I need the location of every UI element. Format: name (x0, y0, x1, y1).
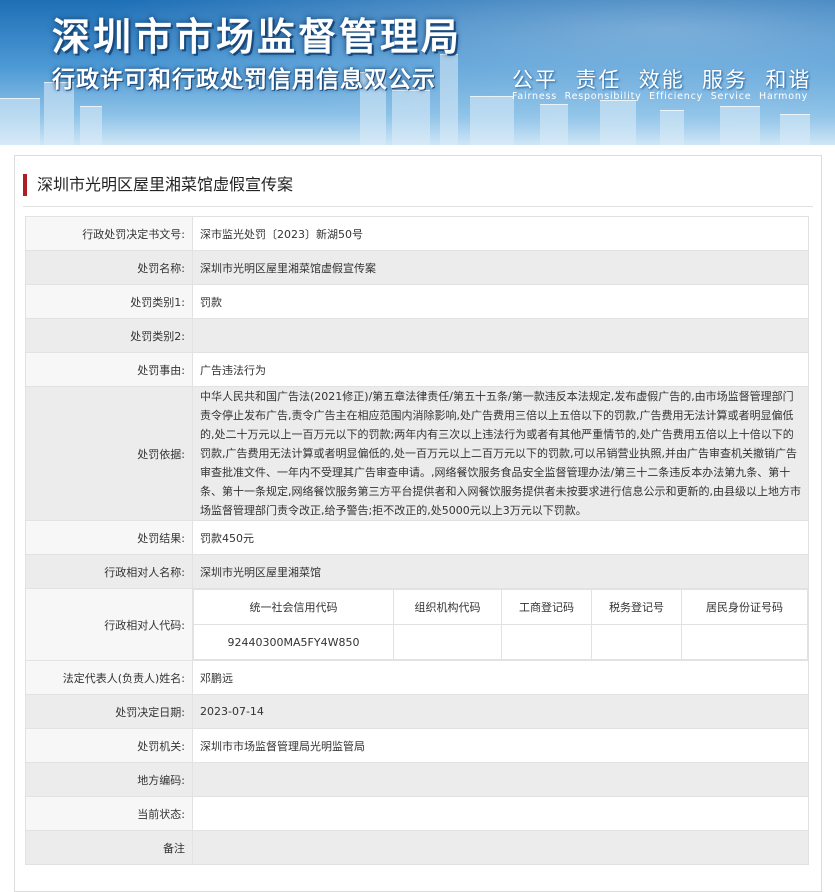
decision-no-value: 深市监光处罚〔2023〕新湖50号 (192, 216, 809, 251)
building-silhouette (720, 106, 760, 145)
party-code-label: 行政相对人代码: (25, 588, 193, 661)
table-row: 法定代表人(负责人)姓名: 邓鹏远 (25, 660, 809, 695)
code-header: 组织机构代码 (393, 589, 502, 625)
code-value-row: 92440300MA5FY4W850 (193, 624, 808, 660)
code-value (393, 624, 502, 660)
result-value: 罚款450元 (192, 520, 809, 555)
table-row: 处罚依据: 中华人民共和国广告法(2021修正)/第五章法律责任/第五十五条/第… (25, 386, 809, 521)
authority-label: 处罚机关: (25, 728, 193, 763)
decision-no-label: 行政处罚决定书文号: (25, 216, 193, 251)
area-code-label: 地方编码: (25, 762, 193, 797)
code-header: 税务登记号 (591, 589, 682, 625)
title-divider (23, 206, 813, 207)
building-silhouette (660, 110, 684, 145)
case-title: 深圳市光明区屋里湘菜馆虚假宣传案 (23, 174, 293, 196)
basis-value: 中华人民共和国广告法(2021修正)/第五章法律责任/第五十五条/第一款违反本法… (192, 386, 809, 521)
category2-label: 处罚类别2: (25, 318, 193, 353)
site-slogan: 公平 责任 效能 服务 和谐 (512, 68, 812, 92)
code-header: 统一社会信用代码 (193, 589, 394, 625)
code-header: 居民身份证号码 (681, 589, 808, 625)
party-name-label: 行政相对人名称: (25, 554, 193, 589)
category1-value: 罚款 (192, 284, 809, 319)
header-banner: 深圳市市场监督管理局 行政许可和行政处罚信用信息双公示 公平 责任 效能 服务 … (0, 0, 835, 145)
code-value (681, 624, 808, 660)
table-row: 备注 (25, 830, 809, 865)
case-detail-panel: 深圳市光明区屋里湘菜馆虚假宣传案 行政处罚决定书文号: 深市监光处罚〔2023〕… (14, 155, 822, 892)
building-silhouette (80, 106, 102, 145)
party-name-value: 深圳市光明区屋里湘菜馆 (192, 554, 809, 589)
building-silhouette (780, 114, 810, 145)
table-row: 处罚决定日期: 2023-07-14 (25, 694, 809, 729)
status-value (192, 796, 809, 831)
legal-rep-label: 法定代表人(负责人)姓名: (25, 660, 193, 695)
building-silhouette (470, 96, 514, 145)
table-row: 处罚名称: 深圳市光明区屋里湘菜馆虚假宣传案 (25, 250, 809, 285)
site-subtitle: 行政许可和行政处罚信用信息双公示 (52, 67, 436, 93)
reason-value: 广告违法行为 (192, 352, 809, 387)
area-code-value (192, 762, 809, 797)
category1-label: 处罚类别1: (25, 284, 193, 319)
table-row: 地方编码: (25, 762, 809, 797)
building-silhouette (440, 54, 458, 145)
table-row: 处罚事由: 广告违法行为 (25, 352, 809, 387)
basis-label: 处罚依据: (25, 386, 193, 521)
result-label: 处罚结果: (25, 520, 193, 555)
case-info-table: 行政处罚决定书文号: 深市监光处罚〔2023〕新湖50号 处罚名称: 深圳市光明… (25, 216, 809, 865)
authority-value: 深圳市市场监督管理局光明监管局 (192, 728, 809, 763)
party-code-table: 统一社会信用代码 组织机构代码 工商登记码 税务登记号 居民身份证号码 9244… (193, 589, 808, 660)
building-silhouette (0, 98, 40, 145)
status-label: 当前状态: (25, 796, 193, 831)
table-row: 处罚机关: 深圳市市场监督管理局光明监管局 (25, 728, 809, 763)
table-row: 处罚类别1: 罚款 (25, 284, 809, 319)
building-silhouette (600, 100, 636, 145)
party-code-cell: 统一社会信用代码 组织机构代码 工商登记码 税务登记号 居民身份证号码 9244… (192, 588, 809, 661)
code-value (501, 624, 592, 660)
code-value (591, 624, 682, 660)
code-value: 92440300MA5FY4W850 (193, 624, 394, 660)
building-silhouette (392, 90, 430, 145)
decision-date-label: 处罚决定日期: (25, 694, 193, 729)
case-name-label: 处罚名称: (25, 250, 193, 285)
reason-label: 处罚事由: (25, 352, 193, 387)
table-row: 行政相对人名称: 深圳市光明区屋里湘菜馆 (25, 554, 809, 589)
category2-value (192, 318, 809, 353)
case-name-value: 深圳市光明区屋里湘菜馆虚假宣传案 (192, 250, 809, 285)
table-row: 当前状态: (25, 796, 809, 831)
site-title: 深圳市市场监督管理局 (52, 15, 463, 59)
site-slogan-en: Fairness Responsibility Efficiency Servi… (512, 91, 809, 102)
legal-rep-value: 邓鹏远 (192, 660, 809, 695)
decision-date-value: 2023-07-14 (192, 694, 809, 729)
table-row: 行政处罚决定书文号: 深市监光处罚〔2023〕新湖50号 (25, 216, 809, 251)
building-silhouette (540, 104, 568, 145)
table-row: 处罚结果: 罚款450元 (25, 520, 809, 555)
remark-label: 备注 (25, 830, 193, 865)
table-row: 行政相对人代码: 统一社会信用代码 组织机构代码 工商登记码 税务登记号 居民身… (25, 588, 809, 661)
code-header: 工商登记码 (501, 589, 592, 625)
code-header-row: 统一社会信用代码 组织机构代码 工商登记码 税务登记号 居民身份证号码 (193, 589, 808, 625)
table-row: 处罚类别2: (25, 318, 809, 353)
remark-value (192, 830, 809, 865)
